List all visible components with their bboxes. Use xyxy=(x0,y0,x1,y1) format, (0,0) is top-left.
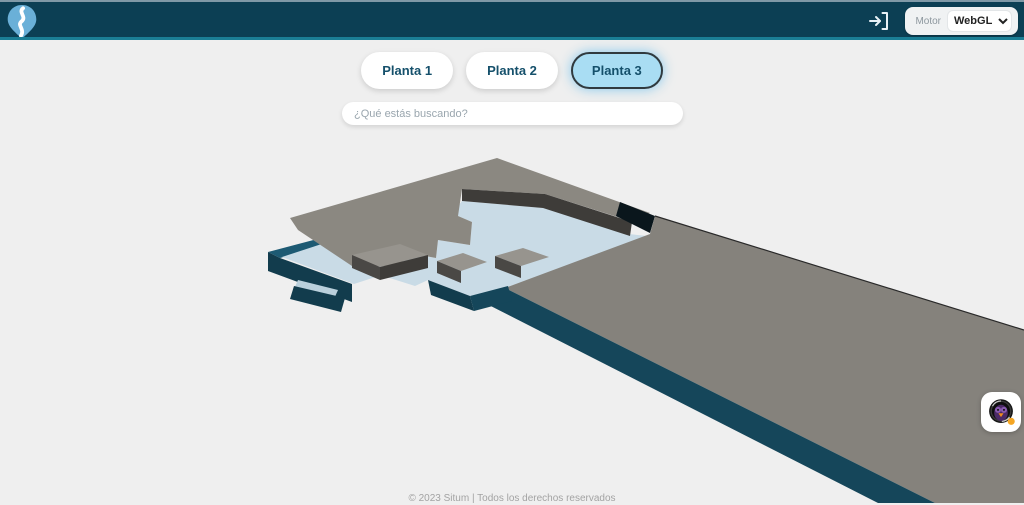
engine-select[interactable]: WebGL xyxy=(947,10,1012,32)
sign-in-icon[interactable] xyxy=(865,8,891,34)
widget-notification-badge xyxy=(1007,417,1015,425)
floor-map-3d[interactable] xyxy=(0,40,1024,503)
header: Motor WebGL xyxy=(0,0,1024,40)
engine-selector: Motor WebGL xyxy=(905,7,1018,35)
winding-road-glyph xyxy=(18,6,26,38)
situm-logo[interactable] xyxy=(5,4,39,40)
engine-label: Motor xyxy=(915,15,941,27)
footer-copyright: © 2023 Situm | Todos los derechos reserv… xyxy=(408,493,616,504)
map-wing-roof xyxy=(505,216,1024,503)
header-right: Motor WebGL xyxy=(865,7,1018,35)
extension-widget-button[interactable] xyxy=(981,392,1021,432)
penguin-avatar-icon xyxy=(989,399,1015,425)
